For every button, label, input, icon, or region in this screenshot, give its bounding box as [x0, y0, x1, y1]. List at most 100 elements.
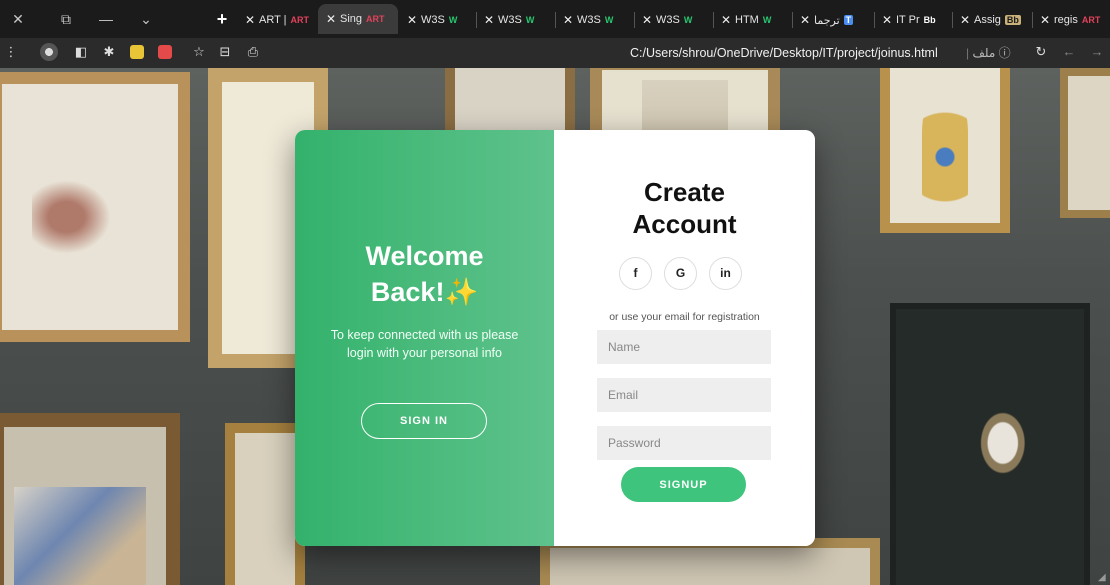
- close-tab-icon[interactable]: ✕: [326, 12, 336, 26]
- tab-favicon-icon: W: [683, 15, 693, 25]
- extension-yellow-icon[interactable]: [130, 45, 144, 59]
- tab-list-chevron-icon[interactable]: ⌄: [136, 9, 156, 29]
- tab-w3schools[interactable]: ✕ W3S W: [642, 9, 706, 31]
- tab-w3schools[interactable]: ✕ W3S W: [407, 9, 471, 31]
- menu-icon[interactable]: ⋮: [2, 43, 20, 61]
- create-title-line1: Create: [644, 177, 725, 207]
- file-scheme-label: ملف: [972, 46, 996, 60]
- registration-hint: or use your email for registration: [609, 311, 760, 323]
- favorite-star-icon[interactable]: ☆: [190, 43, 208, 61]
- extension-red-icon[interactable]: [158, 45, 172, 59]
- browser-toolbar: ⋮ ◧ ✱ ☆ ⊟ ⎙ C:/Users/shrou/OneDrive/Desk…: [0, 38, 1110, 68]
- tab-favicon-icon: ART: [1081, 15, 1101, 25]
- browser-tab-strip: ✕ ⧉ — ⌄ + ✕ ART | ART ✕ Sing ART ✕ W3S W…: [0, 0, 1110, 38]
- tab-label: Sing: [340, 13, 363, 25]
- profile-avatar-icon[interactable]: [40, 43, 58, 61]
- address-prefix: | ملف ⓘ: [966, 46, 1011, 60]
- tab-art[interactable]: ✕ ART | ART: [245, 9, 313, 31]
- close-tab-icon[interactable]: ✕: [642, 13, 652, 27]
- resize-corner-icon: ◢: [1098, 572, 1106, 583]
- tab-favicon-icon: T: [843, 15, 854, 25]
- tab-separator: [555, 12, 556, 28]
- sparkle-icon: ✨: [444, 277, 479, 307]
- signup-button[interactable]: SIGNUP: [621, 467, 746, 502]
- facebook-icon[interactable]: f: [619, 257, 652, 290]
- address-bar-url[interactable]: C:/Users/shrou/OneDrive/Desktop/IT/proje…: [630, 44, 938, 62]
- tab-label: ART |: [259, 14, 287, 26]
- close-tab-icon[interactable]: ✕: [800, 13, 810, 27]
- google-icon[interactable]: G: [664, 257, 697, 290]
- password-field[interactable]: [597, 426, 771, 460]
- welcome-title-line1: Welcome: [365, 241, 484, 271]
- tab-label: IT Pr: [896, 14, 920, 26]
- tab-label: regis: [1054, 14, 1078, 26]
- tab-label: HTM: [735, 14, 759, 26]
- close-tab-icon[interactable]: ✕: [882, 13, 892, 27]
- welcome-text: To keep connected with us please login w…: [330, 328, 519, 360]
- tab-favicon-icon: W: [604, 15, 614, 25]
- tab-separator: [792, 12, 793, 28]
- tab-register[interactable]: ✕ regis ART: [1040, 9, 1108, 31]
- tab-signin-active[interactable]: ✕ Sing ART: [318, 4, 398, 34]
- painting-frame: [0, 72, 190, 342]
- tab-assignment[interactable]: ✕ Assig Bb: [960, 9, 1030, 31]
- welcome-title-line2: Back!: [370, 277, 445, 307]
- extensions-puzzle-icon[interactable]: ✱: [100, 43, 118, 61]
- close-tab-icon[interactable]: ✕: [245, 13, 255, 27]
- tab-label: W3S: [498, 14, 522, 26]
- tab-separator: [713, 12, 714, 28]
- tab-w3schools[interactable]: ✕ W3S W: [563, 9, 627, 31]
- painting-frame: [880, 68, 1010, 233]
- tab-label: W3S: [421, 14, 445, 26]
- new-tab-plus-icon[interactable]: +: [212, 8, 232, 30]
- tab-html[interactable]: ✕ HTM W: [721, 9, 785, 31]
- tab-favicon-icon: ART: [290, 15, 310, 25]
- tab-favicon-icon: Bb: [1004, 15, 1021, 25]
- create-account-title: Create Account: [554, 176, 815, 240]
- close-tab-icon[interactable]: ✕: [563, 13, 573, 27]
- close-tab-icon[interactable]: ✕: [960, 13, 970, 27]
- tab-translate[interactable]: ✕ ترجما T: [800, 9, 872, 31]
- tab-separator: [874, 12, 875, 28]
- signup-card: Welcome Back!✨ To keep connected with us…: [295, 130, 815, 546]
- welcome-panel: Welcome Back!✨ To keep connected with us…: [295, 130, 554, 546]
- tab-label: Assig: [974, 14, 1001, 26]
- tab-label: W3S: [656, 14, 680, 26]
- tab-favicon-icon: W: [762, 15, 772, 25]
- close-tab-icon[interactable]: ✕: [484, 13, 494, 27]
- tab-favicon-icon: W: [448, 15, 458, 25]
- split-view-icon[interactable]: ◧: [72, 43, 90, 61]
- tab-label: W3S: [577, 14, 601, 26]
- close-tab-icon[interactable]: ✕: [1040, 13, 1050, 27]
- workspaces-icon[interactable]: ⧉: [56, 9, 76, 29]
- painting-frame: [225, 423, 305, 585]
- name-field[interactable]: [597, 330, 771, 364]
- forward-arrow-icon[interactable]: →: [1088, 43, 1106, 61]
- close-window-icon[interactable]: ✕: [8, 9, 28, 29]
- tab-it-project[interactable]: ✕ IT Pr Bb: [882, 9, 950, 31]
- close-tab-icon[interactable]: ✕: [407, 13, 417, 27]
- create-title-line2: Account: [632, 209, 737, 239]
- tab-label: ترجما: [814, 14, 840, 27]
- email-field[interactable]: [597, 378, 771, 412]
- painting-frame: [0, 413, 180, 585]
- reload-icon[interactable]: ↻: [1032, 43, 1050, 61]
- create-account-panel: Create Account f G in or use your email …: [554, 130, 815, 546]
- reader-mode-icon[interactable]: ⊟: [216, 43, 234, 61]
- tab-favicon-icon: W: [525, 15, 535, 25]
- close-tab-icon[interactable]: ✕: [721, 13, 731, 27]
- tab-separator: [952, 12, 953, 28]
- tab-separator: [634, 12, 635, 28]
- welcome-title: Welcome Back!✨: [295, 238, 554, 310]
- back-arrow-icon[interactable]: ←: [1060, 43, 1078, 61]
- painting-frame: [890, 303, 1090, 585]
- tab-favicon-icon: ART: [366, 14, 385, 24]
- site-info-icon[interactable]: ⓘ: [999, 46, 1011, 60]
- minimize-icon[interactable]: —: [96, 9, 116, 29]
- sign-in-button[interactable]: SIGN IN: [361, 403, 487, 439]
- tab-w3schools[interactable]: ✕ W3S W: [484, 9, 548, 31]
- tab-separator: [476, 12, 477, 28]
- linkedin-icon[interactable]: in: [709, 257, 742, 290]
- screenshot-icon[interactable]: ⎙: [244, 43, 262, 61]
- tab-favicon-icon: Bb: [923, 15, 936, 25]
